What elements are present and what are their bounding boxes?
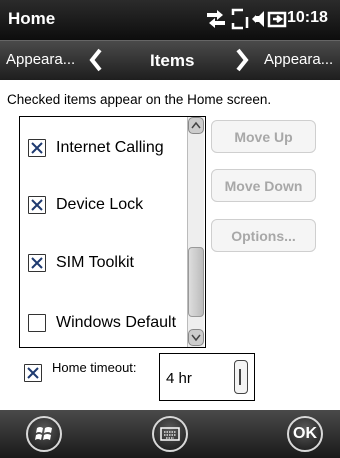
home-timeout-select[interactable]: 4 hr (159, 353, 255, 401)
status-bar: Home 10:18 (0, 0, 340, 40)
instruction-text: Checked items appear on the Home screen. (7, 92, 272, 107)
start-menu-button[interactable] (26, 416, 62, 452)
bottom-softkey-bar: OK (0, 410, 340, 458)
chevron-up-icon (191, 121, 201, 129)
home-items-list[interactable]: Internet Calling Device Lock SIM Toolkit… (19, 116, 206, 348)
move-up-button[interactable]: Move Up (211, 120, 316, 153)
chevron-down-icon (191, 334, 201, 342)
checkbox[interactable] (28, 254, 46, 272)
list-item-label: SIM Toolkit (56, 254, 134, 271)
chevron-right-icon[interactable] (234, 47, 250, 73)
scroll-thumb[interactable] (188, 247, 204, 317)
connectivity-icon (207, 10, 225, 28)
home-timeout-value: 4 hr (166, 370, 192, 387)
sync-icon (231, 8, 249, 30)
checkmark-icon (27, 367, 39, 379)
next-tab-label[interactable]: Appeara... (264, 51, 333, 68)
battery-charging-icon (267, 11, 287, 28)
status-icons (207, 8, 287, 30)
windows-logo-icon (35, 427, 52, 440)
list-item-label: Device Lock (56, 196, 144, 213)
tab-navigation-bar: Appeara... Items Appeara... (0, 40, 340, 80)
home-timeout-checkbox[interactable] (24, 364, 42, 382)
list-item-label: Windows Default (56, 314, 177, 331)
checkbox[interactable] (28, 196, 46, 214)
checkbox[interactable] (28, 314, 46, 332)
checkmark-icon (31, 199, 43, 211)
home-timeout-label: Home timeout: (52, 360, 137, 375)
options-button[interactable]: Options... (211, 219, 316, 252)
dropdown-spinner-icon[interactable] (234, 360, 248, 394)
checkbox[interactable] (28, 139, 46, 157)
list-item-label: Internet Calling (56, 139, 164, 156)
volume-icon (252, 11, 264, 27)
current-tab-title: Items (150, 51, 195, 70)
scroll-up-button[interactable] (188, 117, 204, 134)
list-scrollbar[interactable] (187, 117, 204, 347)
ok-label: OK (293, 425, 317, 442)
keyboard-button[interactable] (152, 416, 188, 452)
prev-tab-label[interactable]: Appeara... (6, 51, 75, 68)
keyboard-icon (160, 427, 180, 441)
app-title: Home (8, 9, 56, 28)
checkmark-icon (31, 142, 43, 154)
move-down-button[interactable]: Move Down (211, 169, 316, 202)
checkmark-icon (31, 257, 43, 269)
clock: 10:18 (287, 9, 328, 26)
chevron-left-icon[interactable] (88, 47, 104, 73)
scroll-down-button[interactable] (188, 329, 204, 346)
ok-button[interactable]: OK (287, 416, 323, 452)
